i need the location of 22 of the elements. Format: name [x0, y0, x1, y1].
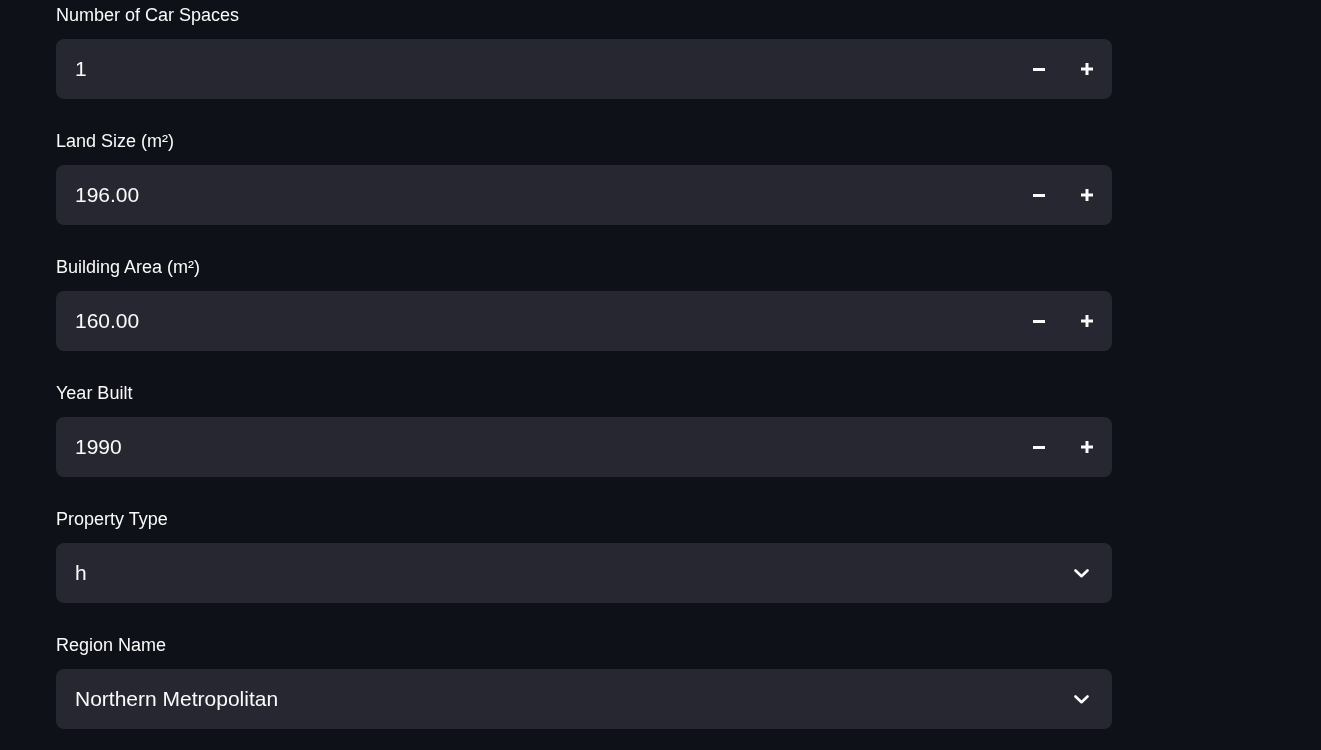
plus-icon	[1081, 189, 1093, 201]
field-label: Property Type	[56, 507, 168, 531]
minus-icon	[1033, 193, 1045, 197]
plus-icon	[1081, 63, 1093, 75]
minus-icon	[1033, 445, 1045, 449]
number-input[interactable]: 1	[56, 39, 1112, 99]
minus-icon	[1033, 67, 1045, 71]
field-label: Region Name	[56, 633, 167, 657]
field-label: Building Area (m²)	[56, 255, 201, 279]
minus-icon	[1033, 319, 1045, 323]
chevron-down-icon	[1074, 694, 1089, 704]
number-input[interactable]: 1990	[56, 417, 1112, 477]
select-dropdown[interactable]: Northern Metropolitan	[56, 669, 1112, 729]
select-dropdown[interactable]: h	[56, 543, 1112, 603]
field-label: Number of Car Spaces	[56, 3, 240, 27]
field-label: Year Built	[56, 381, 133, 405]
field-label: Land Size (m²)	[56, 129, 175, 153]
number-input[interactable]: 160.00	[56, 291, 1112, 351]
plus-icon	[1081, 315, 1093, 327]
chevron-down-icon	[1074, 568, 1089, 578]
number-input[interactable]: 196.00	[56, 165, 1112, 225]
plus-icon	[1081, 441, 1093, 453]
